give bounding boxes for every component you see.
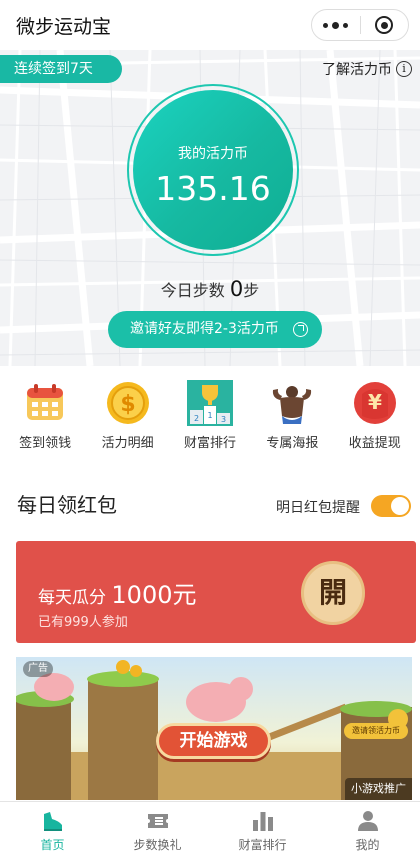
quick-nav-signin[interactable]: 签到领钱: [5, 380, 85, 460]
quick-nav-label: 财富排行: [183, 436, 236, 451]
quick-nav-label: 收益提现: [348, 436, 401, 451]
red-packet-prefix: 每天瓜分: [38, 588, 106, 608]
shoe-icon: [43, 812, 62, 831]
tab-ranking[interactable]: 财富排行: [210, 802, 315, 857]
quick-nav-coin-detail[interactable]: $ 活力明细: [88, 380, 168, 460]
red-packet-headline: 每天瓜分 1000元: [38, 575, 196, 610]
tab-label: 步数换礼: [133, 838, 182, 852]
svg-text:$: $: [120, 392, 135, 417]
tab-mine[interactable]: 我的: [315, 802, 420, 857]
ticket-icon: [147, 814, 168, 828]
quick-nav-ranking[interactable]: 2 1 3 财富排行: [170, 380, 250, 460]
coin-label: 我的活力币: [178, 146, 248, 162]
tab-bar: 首页 步数换礼 财富排行 我的: [0, 801, 420, 857]
mini-program-capsule: [311, 9, 409, 41]
signin-streak-badge[interactable]: 连续签到7天: [0, 55, 122, 83]
steps-unit: 步: [243, 281, 260, 300]
invite-friends-button[interactable]: 邀请好友即得2-3活力币: [108, 311, 322, 348]
svg-text:2: 2: [194, 414, 199, 423]
coin-balance-circle[interactable]: 我的活力币 135.16: [133, 90, 293, 250]
tab-steps-gift[interactable]: 步数换礼: [105, 802, 210, 857]
open-red-packet-button[interactable]: 開: [301, 561, 365, 625]
quick-nav-withdraw[interactable]: ¥ 收益提现: [335, 380, 415, 460]
ad-tag[interactable]: 广告: [23, 661, 53, 677]
toggle-knob: [391, 497, 409, 515]
game-ad-banner[interactable]: 广告 开始游戏 邀请领活力币 小游戏推广: [16, 657, 412, 800]
red-packet-card[interactable]: 每天瓜分 1000元 已有999人参加 開: [16, 541, 416, 643]
steps-prefix: 今日步数: [160, 281, 225, 300]
tab-home[interactable]: 首页: [0, 802, 105, 857]
steps-value: 0: [229, 277, 244, 301]
ad-brand-label: 小游戏推广: [345, 778, 412, 800]
navigation-bar: 微步运动宝: [0, 0, 420, 50]
calendar-icon: [27, 384, 64, 420]
coin-value: 135.16: [155, 169, 271, 208]
remind-label: 明日红包提醒: [276, 500, 360, 516]
tab-label: 我的: [355, 838, 380, 852]
strongman-icon: [273, 386, 312, 424]
yen-envelope-icon: ¥: [353, 382, 396, 424]
close-program-icon[interactable]: [360, 10, 408, 40]
svg-text:3: 3: [221, 415, 226, 424]
more-menu-icon[interactable]: [312, 10, 360, 40]
svg-text:¥: ¥: [368, 390, 382, 414]
trophy-icon: 2 1 3: [186, 380, 233, 426]
quick-nav-label: 活力明细: [101, 436, 154, 451]
start-game-button[interactable]: 开始游戏: [156, 723, 271, 759]
coin-dollar-icon: $: [106, 382, 149, 424]
bar-chart-icon: [252, 812, 273, 831]
quick-nav: 签到领钱 $ 活力明细 2 1 3 财富排行 专属海报 ¥ 收益提现: [0, 380, 420, 460]
red-packet-amount: 1000元: [111, 581, 197, 609]
app-title: 微步运动宝: [16, 16, 112, 38]
info-icon: i: [396, 61, 412, 77]
app-root: 微步运动宝 连续签到7天 了解活力币 i 我的活力币 135.16 今日步数 0…: [0, 0, 420, 857]
quick-nav-label: 专属海报: [266, 436, 319, 451]
share-icon: [293, 322, 308, 337]
learn-coin-label: 了解活力币: [322, 62, 392, 78]
quick-nav-poster[interactable]: 专属海报: [252, 380, 332, 460]
today-steps: 今日步数 0步: [0, 277, 420, 301]
red-packet-participants: 已有999人参加: [38, 615, 128, 630]
person-icon: [357, 811, 378, 831]
svg-text:1: 1: [207, 411, 212, 420]
daily-section-title: 每日领红包: [17, 493, 117, 517]
quick-nav-label: 签到领钱: [19, 436, 72, 451]
ad-reward-note: 邀请领活力币: [344, 723, 408, 739]
learn-coin-link[interactable]: 了解活力币 i: [322, 59, 412, 79]
tab-label: 财富排行: [238, 838, 287, 852]
remind-toggle[interactable]: [371, 495, 411, 517]
tab-label: 首页: [40, 838, 65, 852]
invite-label: 邀请好友即得2-3活力币: [130, 321, 279, 337]
